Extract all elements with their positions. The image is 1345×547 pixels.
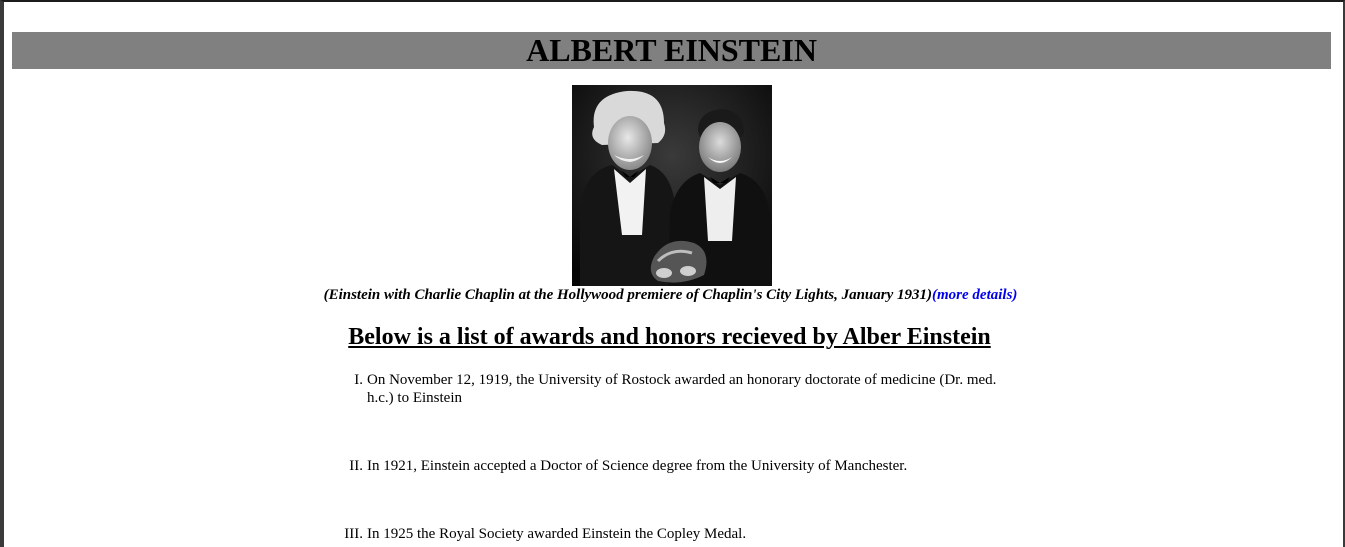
list-numeral: II. — [349, 458, 363, 474]
list-numeral: I. — [354, 372, 363, 388]
caption-text: (Einstein with Charlie Chaplin at the Ho… — [323, 287, 933, 303]
awards-heading: Below is a list of awards and honors rec… — [348, 324, 991, 350]
list-item: II. In 1921, Einstein accepted a Doctor … — [312, 457, 907, 475]
list-item: III. In 1925 the Royal Society awarded E… — [312, 525, 746, 543]
list-item-text: In 1925 the Royal Society awarded Einste… — [367, 526, 747, 542]
page-title: ALBERT EINSTEIN — [526, 32, 817, 68]
more-details-link[interactable]: (more details) — [932, 287, 1017, 303]
einstein-chaplin-photo — [572, 85, 772, 286]
title-banner: ALBERT EINSTEIN — [12, 32, 1331, 69]
photo-illustration — [572, 85, 772, 286]
list-numeral: III. — [344, 526, 363, 542]
list-item-text: In 1921, Einstein accepted a Doctor of S… — [367, 458, 908, 474]
list-item: I. On November 12, 1919, the University … — [312, 371, 1012, 407]
list-item-text: On November 12, 1919, the University of … — [367, 372, 997, 406]
photo-caption: (Einstein with Charlie Chaplin at the Ho… — [0, 286, 1343, 304]
